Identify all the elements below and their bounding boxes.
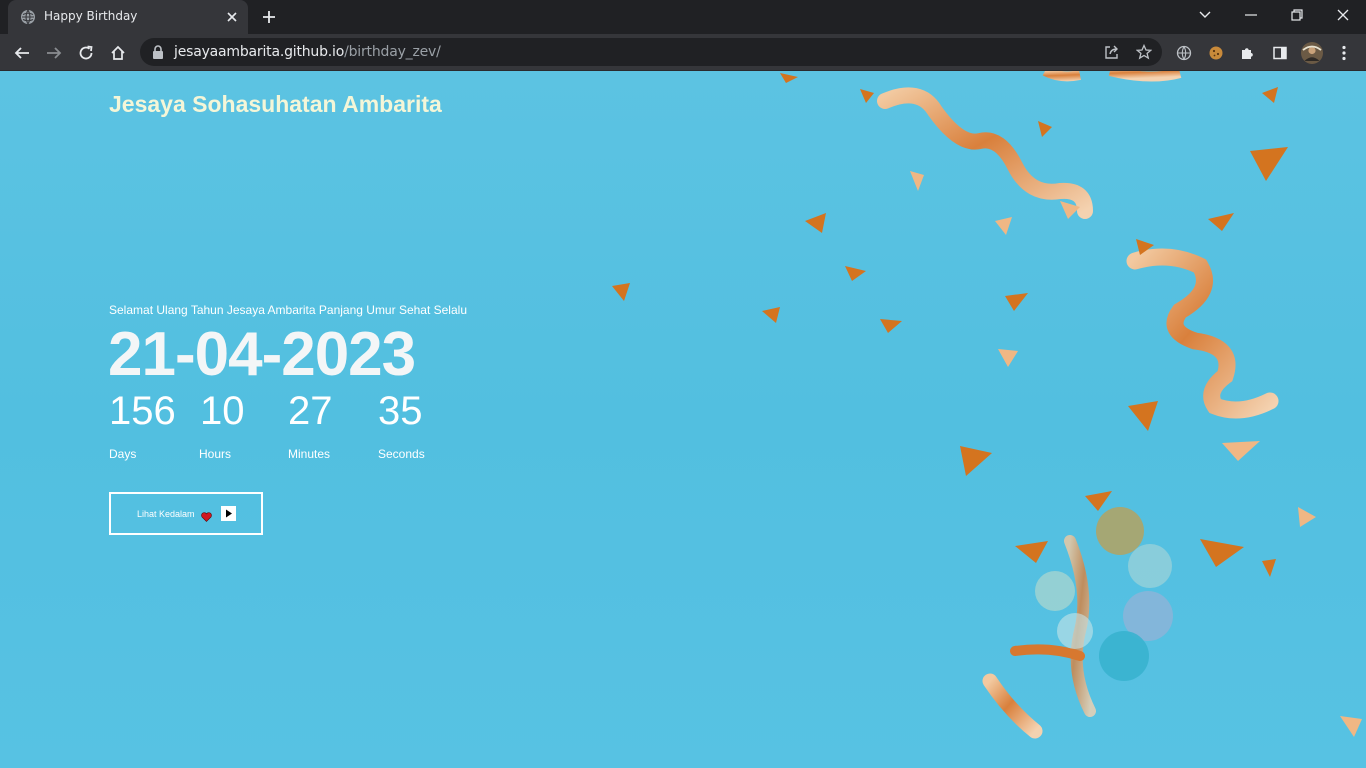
countdown-minutes-value: 27 xyxy=(288,389,333,433)
restore-icon[interactable] xyxy=(1274,0,1320,30)
tab-search-chevron-icon[interactable] xyxy=(1182,0,1228,30)
birthday-date: 21-04-2023 xyxy=(108,320,416,389)
countdown-minutes-label: Minutes xyxy=(288,447,331,461)
site-name-heading: Jesaya Sohasuhatan Ambarita xyxy=(109,91,442,117)
minimize-icon[interactable] xyxy=(1228,0,1274,30)
lock-icon[interactable] xyxy=(152,45,164,59)
extensions-puzzle-icon[interactable] xyxy=(1234,39,1262,67)
address-bar[interactable]: jesayaambarita.github.io/birthday_zev/ xyxy=(140,38,1162,66)
close-window-icon[interactable] xyxy=(1320,0,1366,30)
url-text: jesayaambarita.github.io/birthday_zev/ xyxy=(174,44,441,60)
countdown-hours-value: 10 xyxy=(200,389,245,433)
lihat-kedalam-button[interactable]: Lihat Kedalam xyxy=(109,492,263,535)
profile-avatar[interactable] xyxy=(1298,39,1326,67)
bookmark-star-icon[interactable] xyxy=(1134,42,1154,62)
cta-label: Lihat Kedalam xyxy=(137,509,195,519)
countdown-seconds-value: 35 xyxy=(378,389,423,433)
globe-icon xyxy=(20,9,36,25)
birthday-page: Jesaya Sohasuhatan Ambarita Selamat Ulan… xyxy=(0,71,1366,768)
cookie-icon[interactable] xyxy=(1202,39,1230,67)
url-host: jesayaambarita.github.io xyxy=(174,44,345,60)
side-panel-icon[interactable] xyxy=(1266,39,1294,67)
countdown-days-label: Days xyxy=(109,447,137,461)
home-icon[interactable] xyxy=(104,39,132,67)
tab-happy-birthday[interactable]: Happy Birthday xyxy=(8,0,248,34)
forward-arrow-icon[interactable] xyxy=(40,39,68,67)
play-icon[interactable] xyxy=(221,506,236,521)
translate-globe-icon[interactable] xyxy=(1170,39,1198,67)
browser-toolbar: jesayaambarita.github.io/birthday_zev/ xyxy=(0,34,1366,71)
share-icon[interactable] xyxy=(1102,42,1122,62)
reload-icon[interactable] xyxy=(72,39,100,67)
tab-title: Happy Birthday xyxy=(44,9,138,23)
back-arrow-icon[interactable] xyxy=(8,39,36,67)
menu-kebab-icon[interactable] xyxy=(1330,39,1358,67)
countdown-days-value: 156 xyxy=(109,389,176,433)
close-tab-icon[interactable] xyxy=(222,7,242,27)
countdown-seconds-label: Seconds xyxy=(378,447,425,461)
browser-titlebar: Happy Birthday xyxy=(0,0,1366,34)
new-tab-icon[interactable] xyxy=(258,6,280,28)
greeting-text: Selamat Ulang Tahun Jesaya Ambarita Panj… xyxy=(109,303,467,317)
url-path: /birthday_zev/ xyxy=(344,44,441,60)
heart-icon xyxy=(201,509,212,522)
countdown-hours-label: Hours xyxy=(199,447,232,461)
